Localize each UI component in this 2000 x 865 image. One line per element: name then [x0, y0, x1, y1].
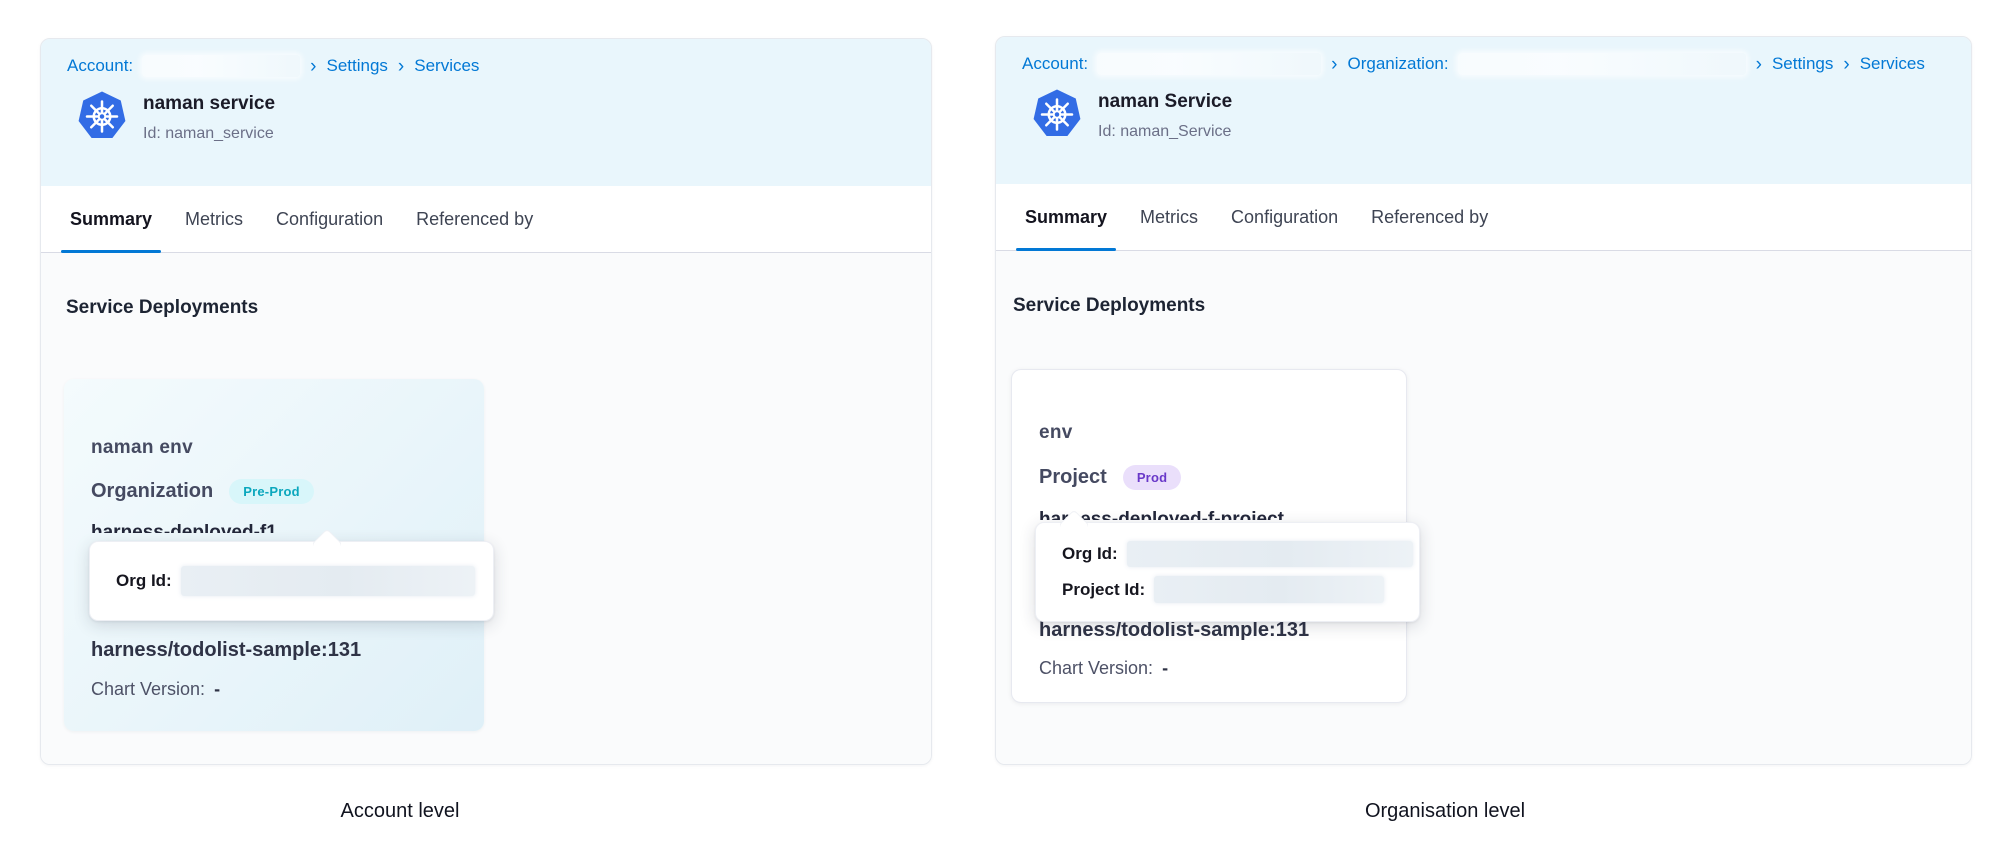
tab-label: Summary	[1025, 207, 1107, 228]
chevron-right-icon: ›	[1755, 55, 1763, 74]
tab-label: Configuration	[1231, 207, 1338, 228]
tab-label: Metrics	[185, 209, 243, 230]
breadcrumb-settings-link[interactable]: Settings	[326, 56, 387, 76]
tab-label: Configuration	[276, 209, 383, 230]
service-id: Id: naman_service	[143, 125, 275, 143]
breadcrumb-settings-link[interactable]: Settings	[1772, 54, 1833, 74]
chevron-right-icon: ›	[309, 57, 317, 76]
service-title-row: naman service Id: naman_service	[67, 90, 905, 143]
tab-metrics[interactable]: Metrics	[1131, 184, 1207, 250]
tab-bar: Summary Metrics Configuration Referenced…	[996, 184, 1971, 251]
environment-scope-row: Project Prod	[1039, 465, 1181, 490]
breadcrumb-account-link[interactable]: Account:	[1022, 54, 1088, 74]
artifact-name: harness/todolist-sample:131	[1039, 619, 1309, 642]
environment-name: naman env	[91, 437, 193, 459]
tab-label: Referenced by	[416, 209, 533, 230]
chart-version: Chart Version:-	[1039, 658, 1168, 679]
chevron-right-icon: ›	[397, 57, 405, 76]
breadcrumb-organization-link[interactable]: Organization:	[1347, 54, 1448, 74]
env-card[interactable]: naman env Organization Pre-Prod harness-…	[64, 379, 484, 731]
tab-bar: Summary Metrics Configuration Referenced…	[41, 186, 931, 253]
section-title: Service Deployments	[1013, 295, 1205, 317]
chevron-right-icon: ›	[1330, 55, 1338, 74]
redacted-org-id-value	[181, 566, 475, 596]
scope-label: Project	[1039, 466, 1107, 489]
chart-version-label: Chart Version:	[91, 679, 205, 699]
tab-referenced-by[interactable]: Referenced by	[1362, 184, 1497, 250]
chart-version-label: Chart Version:	[1039, 658, 1153, 678]
tab-summary[interactable]: Summary	[61, 186, 161, 252]
tab-referenced-by[interactable]: Referenced by	[407, 186, 542, 252]
tab-label: Metrics	[1140, 207, 1198, 228]
redacted-account-name	[142, 55, 300, 77]
org-id-label: Org Id:	[116, 571, 172, 591]
redacted-project-id-value	[1154, 576, 1384, 603]
section-title: Service Deployments	[66, 297, 258, 319]
env-card[interactable]: env Project Prod harness-deployed-f-proj…	[1011, 369, 1407, 703]
org-id-tooltip: Org Id:	[89, 541, 494, 621]
service-title-texts: naman service Id: naman_service	[143, 90, 275, 143]
panel-header: Account: › Settings › Services	[41, 39, 931, 186]
chart-version: Chart Version:-	[91, 679, 220, 700]
service-name: naman service	[143, 90, 275, 115]
breadcrumb-services-link[interactable]: Services	[414, 56, 479, 76]
tab-label: Summary	[70, 209, 152, 230]
chart-version-value: -	[1162, 658, 1168, 678]
breadcrumb-services-link[interactable]: Services	[1860, 54, 1925, 74]
tab-label: Referenced by	[1371, 207, 1488, 228]
redacted-account-name	[1097, 53, 1321, 75]
organisation-level-panel: Account: › Organization: › Settings › Se…	[995, 36, 1972, 765]
caption-organisation-level: Organisation level	[995, 800, 1895, 823]
redacted-organization-name	[1458, 53, 1746, 75]
redacted-org-id-value	[1127, 541, 1413, 567]
service-title-row: naman Service Id: naman_Service	[1022, 88, 1945, 141]
summary-tab-content: Service Deployments naman env Organizati…	[41, 253, 931, 764]
scope-label: Organization	[91, 480, 213, 503]
tab-configuration[interactable]: Configuration	[267, 186, 392, 252]
service-name: naman Service	[1098, 88, 1232, 113]
env-type-badge: Prod	[1123, 465, 1181, 490]
tooltip-caret	[311, 528, 342, 559]
panel-header: Account: › Organization: › Settings › Se…	[996, 37, 1971, 184]
breadcrumb-account-link[interactable]: Account:	[67, 56, 133, 76]
tab-configuration[interactable]: Configuration	[1222, 184, 1347, 250]
project-id-label: Project Id:	[1062, 580, 1145, 600]
org-id-label: Org Id:	[1062, 544, 1118, 564]
environment-name: env	[1039, 422, 1073, 444]
breadcrumb: Account: › Settings › Services	[67, 55, 905, 77]
account-level-panel: Account: › Settings › Services	[40, 38, 932, 765]
tab-metrics[interactable]: Metrics	[176, 186, 252, 252]
service-id: Id: naman_Service	[1098, 123, 1232, 141]
kubernetes-icon	[1032, 88, 1082, 140]
tooltip-row: Org Id:	[116, 566, 493, 596]
environment-scope-row: Organization Pre-Prod	[91, 479, 314, 504]
env-type-badge: Pre-Prod	[229, 479, 314, 504]
chart-version-value: -	[214, 679, 220, 699]
occluded-text-line: harness-deployed-f-project	[1039, 510, 1369, 520]
tab-summary[interactable]: Summary	[1016, 184, 1116, 250]
tooltip-row: Org Id:	[1062, 541, 1419, 567]
comparison-canvas: Account: › Settings › Services	[0, 0, 2000, 865]
occluded-text-line: harness-deployed-f1	[91, 523, 421, 533]
caption-account-level: Account level	[40, 800, 760, 823]
service-title-texts: naman Service Id: naman_Service	[1098, 88, 1232, 141]
summary-tab-content: Service Deployments env Project Prod har…	[996, 251, 1971, 764]
breadcrumb: Account: › Organization: › Settings › Se…	[1022, 53, 1945, 75]
chevron-right-icon: ›	[1842, 55, 1850, 74]
org-project-id-tooltip: Org Id: Project Id:	[1035, 522, 1420, 622]
tooltip-row: Project Id:	[1062, 576, 1419, 603]
artifact-name: harness/todolist-sample:131	[91, 639, 361, 662]
kubernetes-icon	[77, 90, 127, 142]
